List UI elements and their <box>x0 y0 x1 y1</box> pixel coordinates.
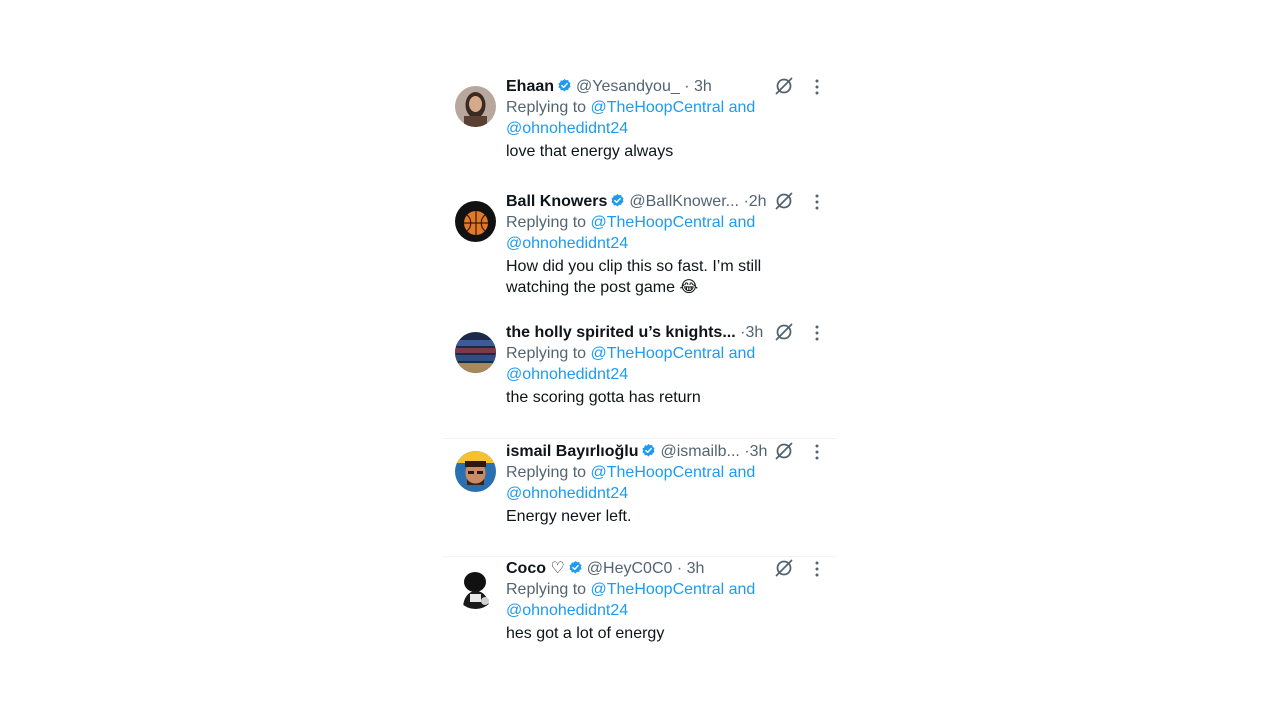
avatar[interactable] <box>455 451 496 492</box>
reply-text: the scoring gotta has return <box>506 389 701 406</box>
reply-text-line: watching the post game 😂 <box>506 279 699 296</box>
man-portrait-avatar-icon <box>455 451 496 492</box>
avatar[interactable] <box>455 568 496 609</box>
grok-icon[interactable] <box>773 557 795 579</box>
timestamp[interactable]: 3h <box>745 324 763 341</box>
display-name[interactable]: the holly spirited u’s knights... <box>506 324 736 341</box>
avatar[interactable] <box>455 86 496 127</box>
display-name[interactable]: Coco ♡ <box>506 560 565 577</box>
timestamp[interactable]: 3h <box>750 443 768 460</box>
timestamp[interactable]: 2h <box>749 193 767 210</box>
replying-to-label: Replying to <box>506 464 587 481</box>
more-options-icon[interactable] <box>809 324 825 342</box>
mention-link[interactable]: @TheHoopCentral and <box>591 464 756 481</box>
grok-icon[interactable] <box>773 321 795 343</box>
replying-to-label: Replying to <box>506 214 587 231</box>
grok-icon[interactable] <box>773 190 795 212</box>
page-background-right <box>836 0 1280 720</box>
avatar[interactable] <box>455 332 496 373</box>
separator-dot: · <box>676 560 683 577</box>
replying-to-label: Replying to <box>506 99 587 116</box>
handle[interactable]: @ismailb... <box>660 443 739 460</box>
replying-to-label: Replying to <box>506 581 587 598</box>
mention-link[interactable]: @ohnohedidnt24 <box>506 235 628 252</box>
mention-link[interactable]: @TheHoopCentral and <box>591 214 756 231</box>
replying-to-label: Replying to <box>506 345 587 362</box>
mention-link[interactable]: @ohnohedidnt24 <box>506 366 628 383</box>
handle[interactable]: @HeyC0C0 <box>587 560 673 577</box>
divider <box>443 438 836 439</box>
page-background-left <box>0 0 463 720</box>
verified-badge-icon <box>610 193 625 214</box>
arena-avatar-icon <box>455 332 496 373</box>
handle[interactable]: @Yesandyou_ <box>576 78 680 95</box>
verified-badge-icon <box>641 443 656 464</box>
woman-portrait-avatar-icon <box>455 86 496 127</box>
basketball-avatar-icon <box>455 201 496 242</box>
display-name[interactable]: Ehaan <box>506 78 554 95</box>
avatar[interactable] <box>455 201 496 242</box>
reply-text-line: How did you clip this so fast. I’m still <box>506 258 762 275</box>
display-name[interactable]: Ball Knowers <box>506 193 607 210</box>
mention-link[interactable]: @TheHoopCentral and <box>591 99 756 116</box>
display-name[interactable]: ismail Bayırlıoğlu <box>506 443 638 460</box>
reply-text: Energy never left. <box>506 508 632 525</box>
grok-icon[interactable] <box>773 75 795 97</box>
reply-text: hes got a lot of energy <box>506 625 665 642</box>
grok-icon[interactable] <box>773 440 795 462</box>
separator-dot: · <box>684 78 690 95</box>
mention-link[interactable]: @TheHoopCentral and <box>591 345 756 362</box>
timestamp[interactable]: 3h <box>694 78 712 95</box>
mention-link[interactable]: @ohnohedidnt24 <box>506 485 628 502</box>
black-white-figure-avatar-icon <box>455 568 496 609</box>
verified-badge-icon <box>557 78 572 99</box>
more-options-icon[interactable] <box>809 78 825 96</box>
mention-link[interactable]: @TheHoopCentral and <box>591 581 756 598</box>
handle[interactable]: @BallKnower... <box>629 193 739 210</box>
more-options-icon[interactable] <box>809 560 825 578</box>
more-options-icon[interactable] <box>809 443 825 461</box>
verified-badge-icon <box>568 560 583 581</box>
mention-link[interactable]: @ohnohedidnt24 <box>506 602 628 619</box>
reply-text: love that energy always <box>506 143 674 160</box>
timestamp[interactable]: 3h <box>687 560 705 577</box>
mention-link[interactable]: @ohnohedidnt24 <box>506 120 628 137</box>
more-options-icon[interactable] <box>809 193 825 211</box>
replies-feed: Ehaan @Yesandyou_ · 3h Replying to @TheHo… <box>443 0 836 720</box>
reply-text: How did you clip this so fast. I’m still… <box>506 256 776 298</box>
